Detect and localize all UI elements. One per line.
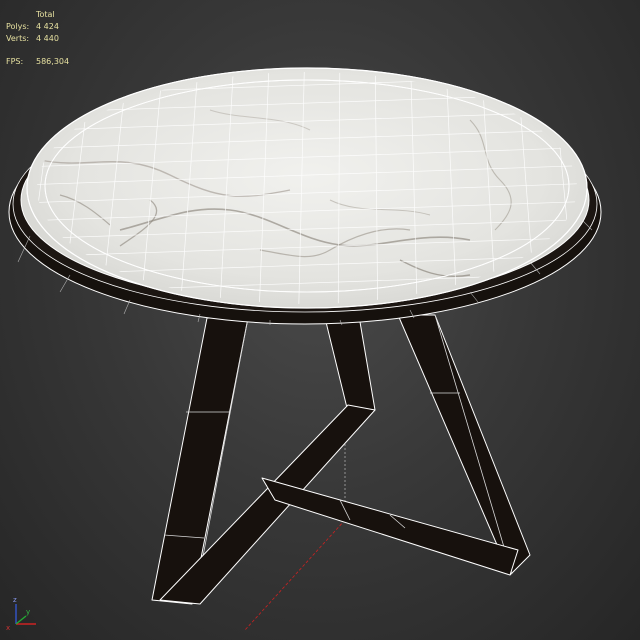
svg-text:x: x xyxy=(6,624,10,632)
3d-viewport[interactable]: Total Polys: 4 424 Verts: 4 440 FPS: 586… xyxy=(0,0,640,640)
leg-back xyxy=(325,321,376,413)
table-model[interactable] xyxy=(0,0,640,640)
svg-text:y: y xyxy=(26,608,30,616)
table-legs[interactable] xyxy=(151,314,531,605)
axis-gizmo: z x y xyxy=(6,596,36,632)
svg-text:z: z xyxy=(13,596,17,604)
